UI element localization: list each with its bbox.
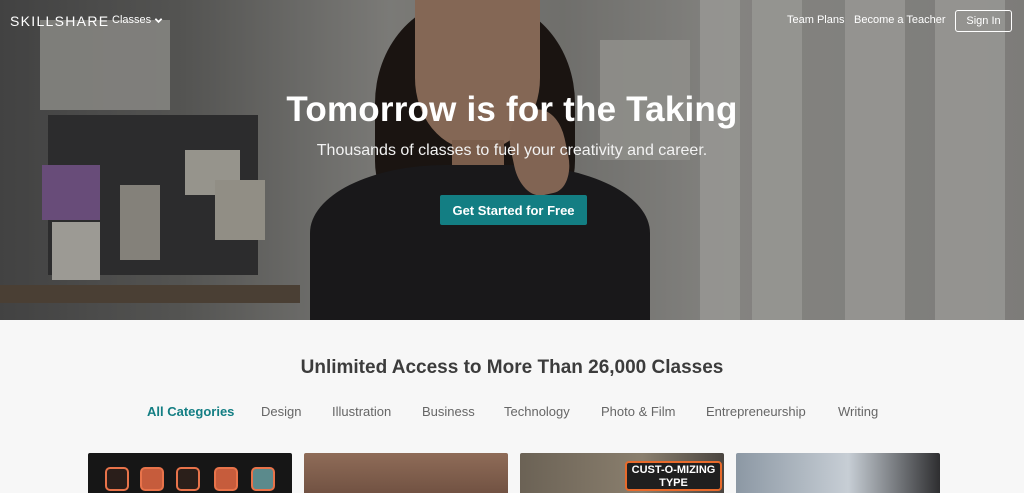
tab-technology[interactable]: Technology — [504, 404, 570, 419]
chevron-down-icon — [154, 17, 163, 23]
sign-in-button[interactable]: Sign In — [955, 10, 1012, 32]
tab-all-categories[interactable]: All Categories — [147, 404, 234, 419]
class-card[interactable] — [736, 453, 940, 493]
tab-photo-film[interactable]: Photo & Film — [601, 404, 675, 419]
class-card[interactable] — [88, 453, 292, 493]
tab-design[interactable]: Design — [261, 404, 301, 419]
cursor-app-icon — [214, 467, 238, 491]
get-started-button[interactable]: Get Started for Free — [440, 195, 587, 225]
touch-app-icon — [251, 467, 275, 491]
tab-writing[interactable]: Writing — [838, 404, 878, 419]
tab-illustration[interactable]: Illustration — [332, 404, 391, 419]
skillshare-logo[interactable]: SKILLSHARE — [10, 13, 109, 29]
class-card-title-overlay: CUST-O-MIZING TYPE — [625, 461, 722, 491]
become-teacher-link[interactable]: Become a Teacher — [854, 14, 946, 26]
hero-subtitle: Thousands of classes to fuel your creati… — [316, 142, 708, 159]
class-card[interactable]: CUST-O-MIZING TYPE — [520, 453, 724, 493]
grid-app-icon — [105, 467, 129, 491]
hero-title: Tomorrow is for the Taking — [286, 90, 738, 129]
category-tabs: All Categories Design Illustration Busin… — [0, 404, 1024, 422]
top-navigation: SKILLSHARE Classes Team Plans Become a T… — [0, 0, 1024, 42]
hero-banner: SKILLSHARE Classes Team Plans Become a T… — [0, 0, 1024, 320]
team-plans-link[interactable]: Team Plans — [787, 14, 844, 26]
command-app-icon — [176, 467, 200, 491]
layout-app-icon — [140, 467, 164, 491]
class-card[interactable] — [304, 453, 508, 493]
catalog-heading: Unlimited Access to More Than 26,000 Cla… — [300, 357, 724, 378]
tab-entrepreneurship[interactable]: Entrepreneurship — [706, 404, 806, 419]
tab-business[interactable]: Business — [422, 404, 475, 419]
classes-label: Classes — [112, 14, 152, 26]
classes-dropdown[interactable]: Classes — [112, 14, 163, 26]
